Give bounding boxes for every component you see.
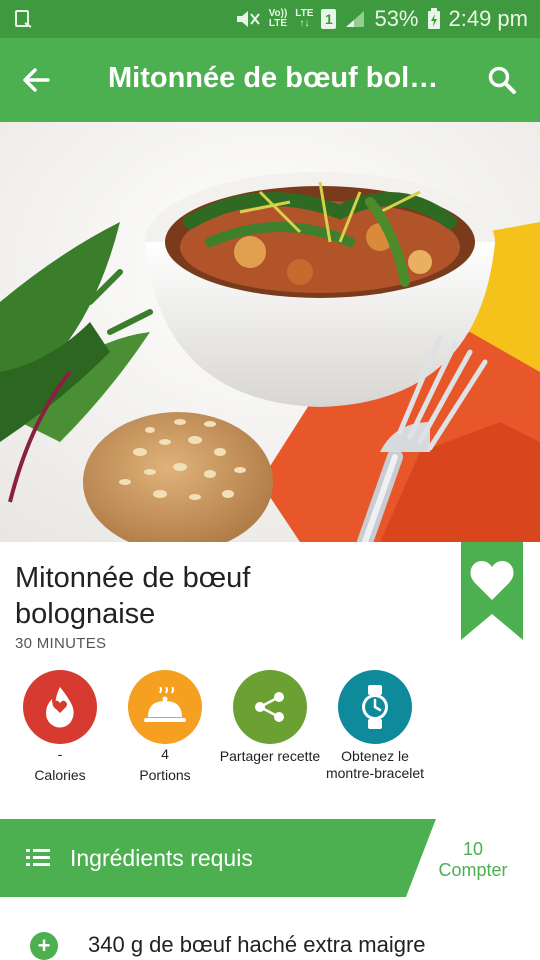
arrow-left-icon — [23, 68, 50, 92]
portions-circle — [128, 670, 202, 744]
calories-action[interactable]: - Calories — [5, 670, 115, 784]
add-ingredient-icon[interactable]: + — [30, 932, 58, 960]
lte-indicator: LTE ↑↓ — [295, 8, 314, 29]
volte-indicator: Vo)) LTE — [268, 8, 288, 29]
ingredients-title: Ingrédients requis — [70, 845, 253, 871]
calories-flame-icon — [46, 687, 74, 728]
recipe-title: Mitonnée de bœuf bolognaise — [15, 562, 251, 630]
battery-charging-icon — [427, 8, 440, 29]
watch-circle — [338, 670, 412, 744]
status-bar: Vo)) LTE LTE ↑↓ 1 53% 2:49 pm — [0, 0, 540, 38]
ingredient-text: 340 g de bœuf haché extra maigre — [88, 932, 426, 957]
share-circle — [233, 670, 307, 744]
share-label: Partager recette — [219, 748, 321, 764]
serving-cloche-icon — [144, 687, 186, 722]
list-icon — [26, 849, 50, 866]
toolbar-title: Mitonnée de bœuf bolo... — [108, 62, 448, 94]
recipe-time: 30 MINUTES — [15, 635, 107, 652]
ingredients-count-label: Compter — [438, 860, 508, 880]
back-button[interactable] — [14, 58, 58, 102]
portions-value: 4 — [161, 746, 169, 762]
recipe-actions: - Calories 4 Portions Partager recette O… — [0, 670, 540, 810]
signal-icon — [346, 11, 365, 27]
calories-label: Calories — [34, 767, 86, 783]
share-recipe-action[interactable]: Partager recette — [215, 670, 325, 765]
app-toolbar: Mitonnée de bœuf bolo... — [0, 38, 540, 122]
calories-circle — [23, 670, 97, 744]
ingredient-row[interactable]: + 340 g de bœuf haché extra maigre — [0, 918, 540, 960]
mute-icon — [236, 11, 260, 27]
sim-slot-badge: 1 — [321, 9, 337, 29]
calories-value: - — [57, 746, 63, 762]
watch-icon — [362, 685, 388, 729]
portions-action[interactable]: 4 Portions — [110, 670, 220, 784]
clock: 2:49 pm — [448, 6, 529, 31]
search-icon — [488, 66, 516, 94]
battery-percent: 53% — [374, 6, 419, 31]
search-button[interactable] — [480, 58, 524, 102]
watch-action[interactable]: Obtenez le montre-bracelet — [320, 670, 430, 782]
ingredients-count-value: 10 — [462, 839, 484, 859]
notification-icon — [15, 10, 32, 28]
share-icon — [255, 692, 284, 722]
favorite-button[interactable] — [461, 542, 523, 640]
portions-label: Portions — [139, 767, 191, 783]
watch-label: Obtenez le montre-bracelet — [325, 748, 425, 781]
ingredients-count: 10 Compter — [428, 839, 518, 881]
recipe-hero-image — [0, 122, 540, 542]
ingredients-header[interactable]: Ingrédients requis 10 Compter — [0, 819, 540, 897]
